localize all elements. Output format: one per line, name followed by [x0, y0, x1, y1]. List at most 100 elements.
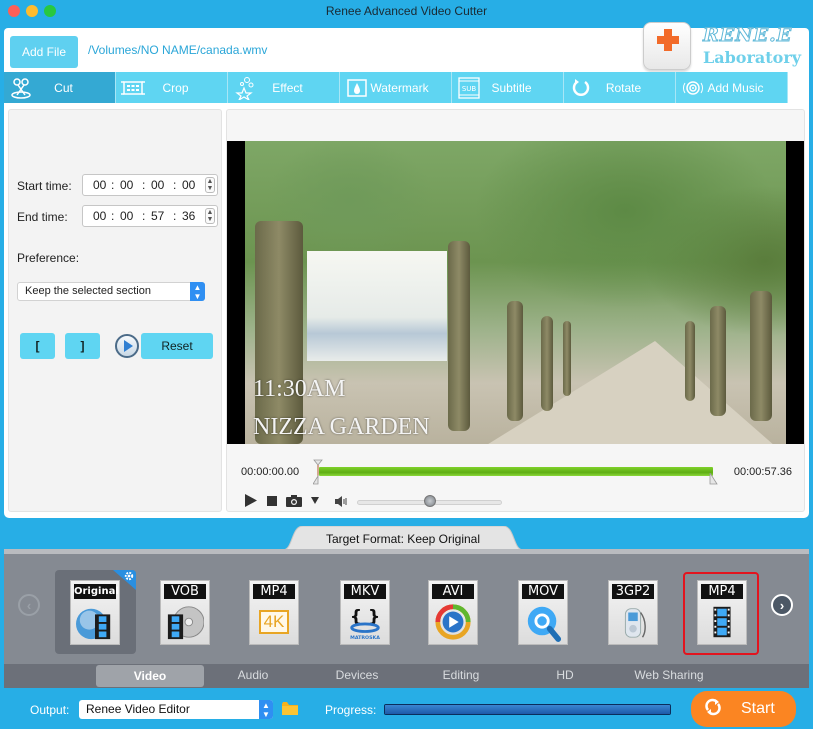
video-tree	[685, 321, 695, 401]
start-time-field[interactable]: 00 : 00 : 00 : 00 ▲ ▼	[82, 174, 218, 196]
video-tree	[255, 221, 303, 444]
end-hours[interactable]: 00	[93, 209, 106, 223]
tab-label: Add Music	[707, 80, 764, 95]
svg-text:SUB: SUB	[462, 85, 477, 93]
video-tree	[507, 301, 523, 421]
volume-icon[interactable]	[335, 496, 347, 507]
tab-label: Cut	[54, 80, 73, 95]
video-sky	[307, 251, 447, 361]
video-caption-place: NIZZA GARDEN	[253, 414, 430, 440]
stars-icon	[232, 76, 258, 100]
video-frame: 11:30AM NIZZA GARDEN	[245, 141, 786, 444]
add-file-button[interactable]: Add File	[10, 36, 78, 68]
current-time: 00:00:00.00	[241, 466, 300, 478]
quicktime-icon	[524, 602, 562, 642]
caret-down-icon[interactable]	[311, 497, 319, 504]
preview-play-button[interactable]	[115, 334, 139, 358]
media-player-icon	[434, 602, 472, 641]
camera-icon[interactable]	[286, 495, 302, 507]
category-web-sharing[interactable]: Web Sharing	[615, 664, 723, 686]
tab-rotate[interactable]: Rotate	[564, 72, 676, 103]
video-preview[interactable]: 11:30AM NIZZA GARDEN	[227, 141, 804, 444]
output-select[interactable]: Renee Video Editor ▲ ▼	[79, 700, 273, 719]
tab-label: Crop	[162, 80, 189, 95]
start-minutes[interactable]: 00	[120, 178, 133, 192]
format-category-bar: Video Audio Devices Editing HD Web Shari…	[4, 664, 809, 688]
reset-button[interactable]: Reset	[141, 333, 213, 359]
start-time-label: Start time:	[17, 179, 72, 193]
target-format-tab: Target Format: Keep Original	[283, 526, 523, 550]
end-time-field[interactable]: 00 : 00 : 57 : 36 ▲ ▼	[82, 205, 218, 227]
scroll-right-button[interactable]: ›	[771, 594, 793, 616]
format-original[interactable]: Original	[70, 580, 120, 645]
folder-icon[interactable]	[282, 702, 298, 715]
end-seconds[interactable]: 57	[151, 209, 164, 223]
scroll-left-button[interactable]: ‹	[18, 594, 40, 616]
format-label: Original	[74, 584, 119, 599]
timeline-end-handle[interactable]	[709, 473, 718, 485]
tab-cut[interactable]: Cut	[4, 72, 116, 103]
format-mkv[interactable]: MKV { } MATROSKA	[340, 580, 390, 645]
logo-cross-icon	[657, 29, 679, 51]
start-button[interactable]: Start	[691, 691, 796, 727]
format-vob[interactable]: VOB	[160, 580, 210, 645]
format-avi[interactable]: AVI	[428, 580, 478, 645]
category-video[interactable]: Video	[96, 665, 204, 687]
crop-icon	[120, 76, 146, 100]
category-devices[interactable]: Devices	[303, 664, 411, 686]
tool-tabs: Cut Crop Effect Watermark SUB Subtitle R…	[4, 72, 809, 103]
category-hd[interactable]: HD	[511, 664, 619, 686]
svg-text:MATROSKA: MATROSKA	[350, 635, 380, 641]
total-time: 00:00:57.36	[733, 466, 792, 478]
progress-label: Progress:	[325, 703, 377, 717]
tab-effect[interactable]: Effect	[228, 72, 340, 103]
tab-add-music[interactable]: Add Music	[676, 72, 788, 103]
start-milliseconds[interactable]: 00	[182, 178, 195, 192]
video-tree	[448, 241, 470, 431]
chevron-updown-icon: ▲ ▼	[190, 282, 205, 301]
cut-settings-panel: Start time: 00 : 00 : 00 : 00 ▲ ▼ End tim…	[8, 109, 222, 512]
4k-icon: 4K	[255, 602, 293, 641]
tab-subtitle[interactable]: SUB Subtitle	[452, 72, 564, 103]
end-milliseconds[interactable]: 36	[182, 209, 195, 223]
subtitle-icon: SUB	[456, 76, 482, 100]
format-label: MP4	[253, 584, 295, 599]
tab-watermark[interactable]: Watermark	[340, 72, 452, 103]
watermark-icon	[344, 76, 370, 100]
play-icon	[124, 340, 133, 352]
format-label: MKV	[344, 584, 386, 599]
end-minutes[interactable]: 00	[120, 209, 133, 223]
4k-badge: 4K	[258, 609, 290, 634]
volume-slider-handle[interactable]	[423, 495, 436, 507]
scissors-icon	[8, 76, 34, 100]
output-label: Output:	[30, 703, 70, 717]
format-mp4-4k[interactable]: MP4 4K	[249, 580, 299, 645]
mark-out-button[interactable]: ]	[65, 333, 100, 359]
format-3gp2[interactable]: 3GP2	[608, 580, 658, 645]
play-icon[interactable]	[245, 494, 257, 507]
end-time-stepper[interactable]: ▲ ▼	[205, 208, 215, 224]
file-path: /Volumes/NO NAME/canada.wmv	[88, 43, 268, 57]
main-area: Start time: 00 : 00 : 00 : 00 ▲ ▼ End tim…	[4, 103, 809, 518]
video-tree	[750, 291, 772, 421]
tab-label: Effect	[272, 80, 303, 95]
target-format-label: Target Format: Keep Original	[325, 532, 481, 546]
start-time-stepper[interactable]: ▲ ▼	[205, 177, 215, 193]
preference-select[interactable]: Keep the selected section ▲ ▼	[17, 282, 205, 301]
chevron-updown-icon: ▲ ▼	[259, 700, 273, 719]
mark-in-button[interactable]: [	[20, 333, 55, 359]
category-audio[interactable]: Audio	[199, 664, 307, 686]
window-title: Renee Advanced Video Cutter	[325, 4, 488, 18]
stop-icon[interactable]	[267, 496, 277, 506]
start-hours[interactable]: 00	[93, 178, 106, 192]
category-editing[interactable]: Editing	[407, 664, 515, 686]
video-tree	[541, 316, 553, 411]
timeline-selection[interactable]	[319, 467, 713, 476]
format-mov[interactable]: MOV	[518, 580, 568, 645]
format-label: VOB	[164, 584, 206, 599]
timeline-start-handle[interactable]	[313, 459, 323, 485]
preview-panel: 11:30AM NIZZA GARDEN 00:00:00.00 00:00:5…	[226, 109, 805, 512]
start-seconds[interactable]: 00	[151, 178, 164, 192]
logo-key-icon	[643, 22, 691, 70]
tab-crop[interactable]: Crop	[116, 72, 228, 103]
